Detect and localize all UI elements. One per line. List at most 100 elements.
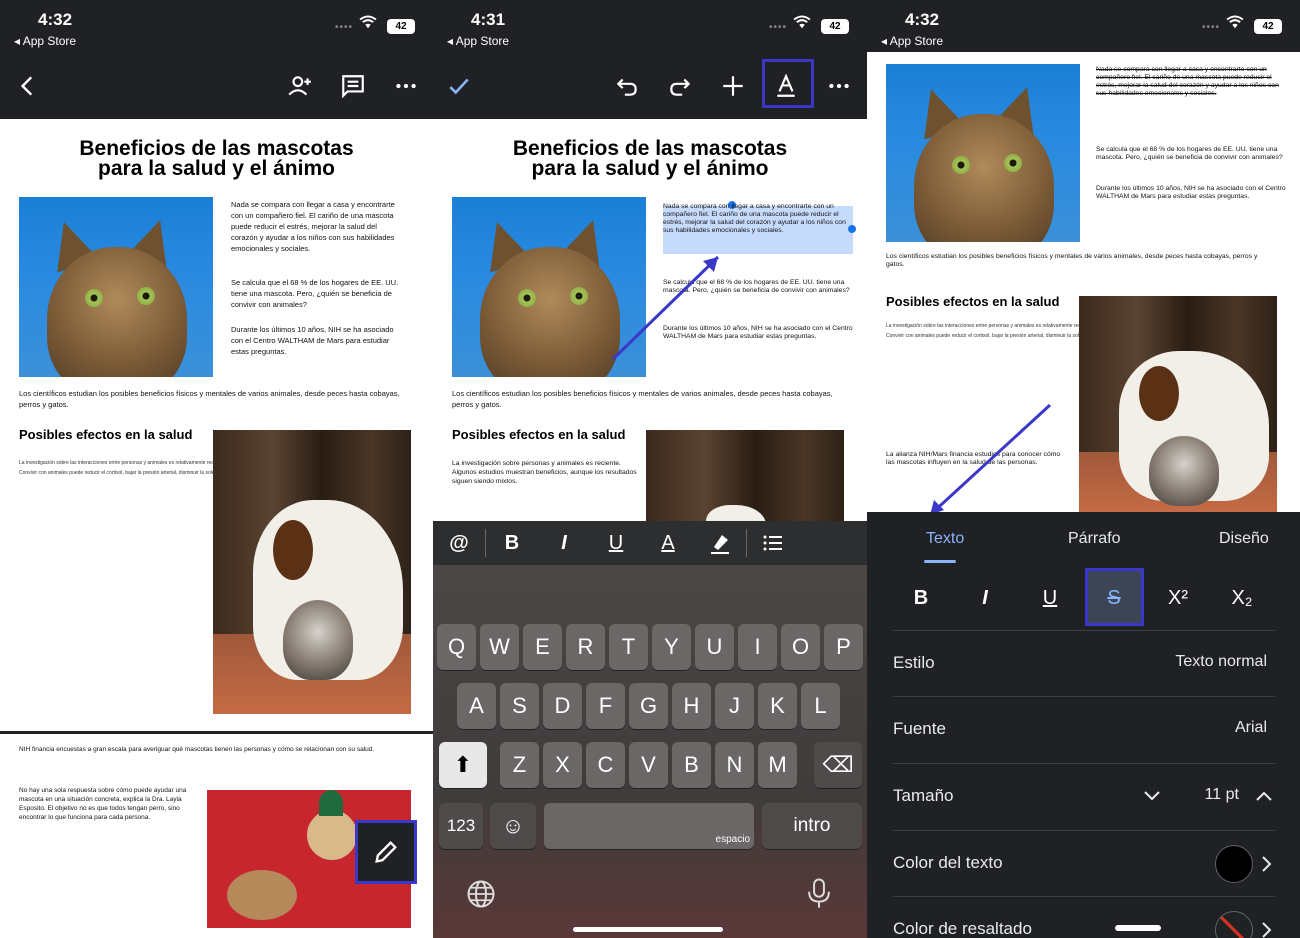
key-i[interactable]: I — [738, 624, 777, 670]
undo-button[interactable] — [609, 68, 645, 104]
numbers-key[interactable]: 123 — [439, 803, 483, 849]
key-p[interactable]: P — [824, 624, 863, 670]
cat-head — [47, 247, 187, 377]
key-j[interactable]: J — [715, 683, 754, 729]
shift-key[interactable]: ⬆ — [439, 742, 487, 788]
text-color-swatch[interactable] — [1215, 845, 1253, 883]
space-key[interactable]: espacio — [544, 803, 754, 849]
highlighter-icon — [711, 535, 729, 554]
edit-fab-button[interactable] — [355, 820, 417, 884]
style-row[interactable]: Estilo Texto normal — [893, 630, 1275, 696]
cat-eye-right — [137, 287, 155, 305]
insert-button[interactable] — [715, 68, 751, 104]
key-g[interactable]: G — [629, 683, 668, 729]
doc-para3: Durante los últimos 10 años, NIH se ha a… — [231, 325, 394, 356]
font-label: Fuente — [893, 719, 946, 738]
key-k[interactable]: K — [758, 683, 797, 729]
text-color-row[interactable]: Color del texto — [893, 830, 1275, 896]
key-o[interactable]: O — [781, 624, 820, 670]
key-e[interactable]: E — [523, 624, 562, 670]
underline-button[interactable]: U — [590, 521, 642, 565]
dog-cat-image[interactable] — [213, 430, 411, 714]
key-x[interactable]: X — [543, 742, 582, 788]
screen-edit-mode: 4:31 ◂ App Store •••• 42 Beneficios de l… — [433, 0, 867, 938]
globe-icon[interactable] — [466, 879, 496, 909]
key-n[interactable]: N — [715, 742, 754, 788]
doc-para7: NIH financia encuestas a gran escala par… — [19, 746, 375, 753]
list-button[interactable] — [747, 521, 799, 565]
bold-button[interactable]: B — [486, 521, 538, 565]
size-value: 11 pt — [1204, 786, 1239, 803]
battery-indicator: 42 — [821, 19, 849, 34]
key-y[interactable]: Y — [652, 624, 691, 670]
tab-parrafo[interactable]: Párrafo — [1068, 530, 1120, 548]
dog-head — [706, 505, 766, 521]
chevron-up-icon[interactable] — [1255, 790, 1273, 802]
key-m[interactable]: M — [758, 742, 797, 788]
doc-para4: Los científicos estudian los posibles be… — [886, 253, 1258, 268]
backspace-key[interactable]: ⌫ — [814, 742, 862, 788]
superscript-button[interactable]: X² — [1150, 570, 1206, 626]
font-value: Arial — [1234, 719, 1267, 736]
italic-button[interactable]: I — [957, 570, 1013, 626]
document-canvas[interactable]: Beneficios de las mascotas para la salud… — [0, 119, 433, 938]
more-options-button[interactable] — [388, 68, 424, 104]
back-to-app-store[interactable]: ◂ App Store — [14, 34, 76, 48]
key-u[interactable]: U — [695, 624, 734, 670]
key-c[interactable]: C — [586, 742, 625, 788]
highlight-button[interactable] — [694, 521, 746, 565]
screen-text-format-panel: 4:32 ◂ App Store •••• 42 Nada se compara… — [867, 0, 1300, 938]
done-button[interactable] — [441, 68, 477, 104]
key-l[interactable]: L — [801, 683, 840, 729]
chevron-down-icon[interactable] — [1143, 790, 1161, 802]
undo-icon — [616, 78, 637, 96]
status-bar: 4:31 ◂ App Store •••• 42 — [433, 0, 867, 52]
key-a[interactable]: A — [457, 683, 496, 729]
key-d[interactable]: D — [543, 683, 582, 729]
enter-key[interactable]: intro — [762, 803, 862, 849]
key-w[interactable]: W — [480, 624, 519, 670]
back-button[interactable] — [10, 68, 46, 104]
cat-image[interactable] — [19, 197, 213, 377]
bold-button[interactable]: B — [893, 570, 949, 626]
key-v[interactable]: V — [629, 742, 668, 788]
back-to-app-store[interactable]: ◂ App Store — [881, 34, 943, 48]
document-canvas[interactable]: Beneficios de las mascotas para la salud… — [433, 119, 867, 521]
tab-diseno[interactable]: Diseño — [1219, 530, 1269, 548]
size-row: Tamaño 11 pt — [893, 763, 1275, 829]
back-to-app-store[interactable]: ◂ App Store — [447, 34, 509, 48]
dog-cat-image[interactable] — [1079, 296, 1277, 512]
more-options-button[interactable] — [821, 68, 857, 104]
key-b[interactable]: B — [672, 742, 711, 788]
key-r[interactable]: R — [566, 624, 605, 670]
key-q[interactable]: Q — [437, 624, 476, 670]
share-button[interactable] — [282, 68, 318, 104]
microphone-icon[interactable] — [804, 877, 834, 909]
mention-button[interactable]: @ — [433, 521, 485, 565]
key-z[interactable]: Z — [500, 742, 539, 788]
key-s[interactable]: S — [500, 683, 539, 729]
redo-button[interactable] — [662, 68, 698, 104]
key-t[interactable]: T — [609, 624, 648, 670]
font-row[interactable]: Fuente Arial — [893, 696, 1275, 762]
tab-texto[interactable]: Texto — [926, 530, 964, 548]
doc-small1: La investigación sobre las interacciones… — [886, 323, 1080, 329]
italic-button[interactable]: I — [538, 521, 590, 565]
style-value: Texto normal — [1175, 653, 1267, 670]
no-highlight-swatch[interactable] — [1215, 911, 1253, 938]
highlight-color-row[interactable]: Color de resaltado — [893, 896, 1275, 938]
text-color-button[interactable]: A — [642, 521, 694, 565]
key-f[interactable]: F — [586, 683, 625, 729]
subscript-button[interactable]: X₂ — [1214, 570, 1270, 626]
key-h[interactable]: H — [672, 683, 711, 729]
underline-button[interactable]: U — [1022, 570, 1078, 626]
cat-image[interactable] — [886, 64, 1080, 242]
cat-eye-left — [518, 289, 536, 307]
emoji-key[interactable]: ☺ — [490, 803, 536, 849]
text-style-buttons: B I U S X² X₂ — [867, 562, 1300, 630]
cat-head — [914, 114, 1054, 242]
doc-small2: Convivir con animales puede reducir el c… — [886, 333, 1080, 339]
doc-para2: Se calcula que el 68 % de los hogares de… — [231, 278, 399, 309]
comments-button[interactable] — [335, 68, 371, 104]
dog-cat-image[interactable] — [646, 430, 844, 521]
